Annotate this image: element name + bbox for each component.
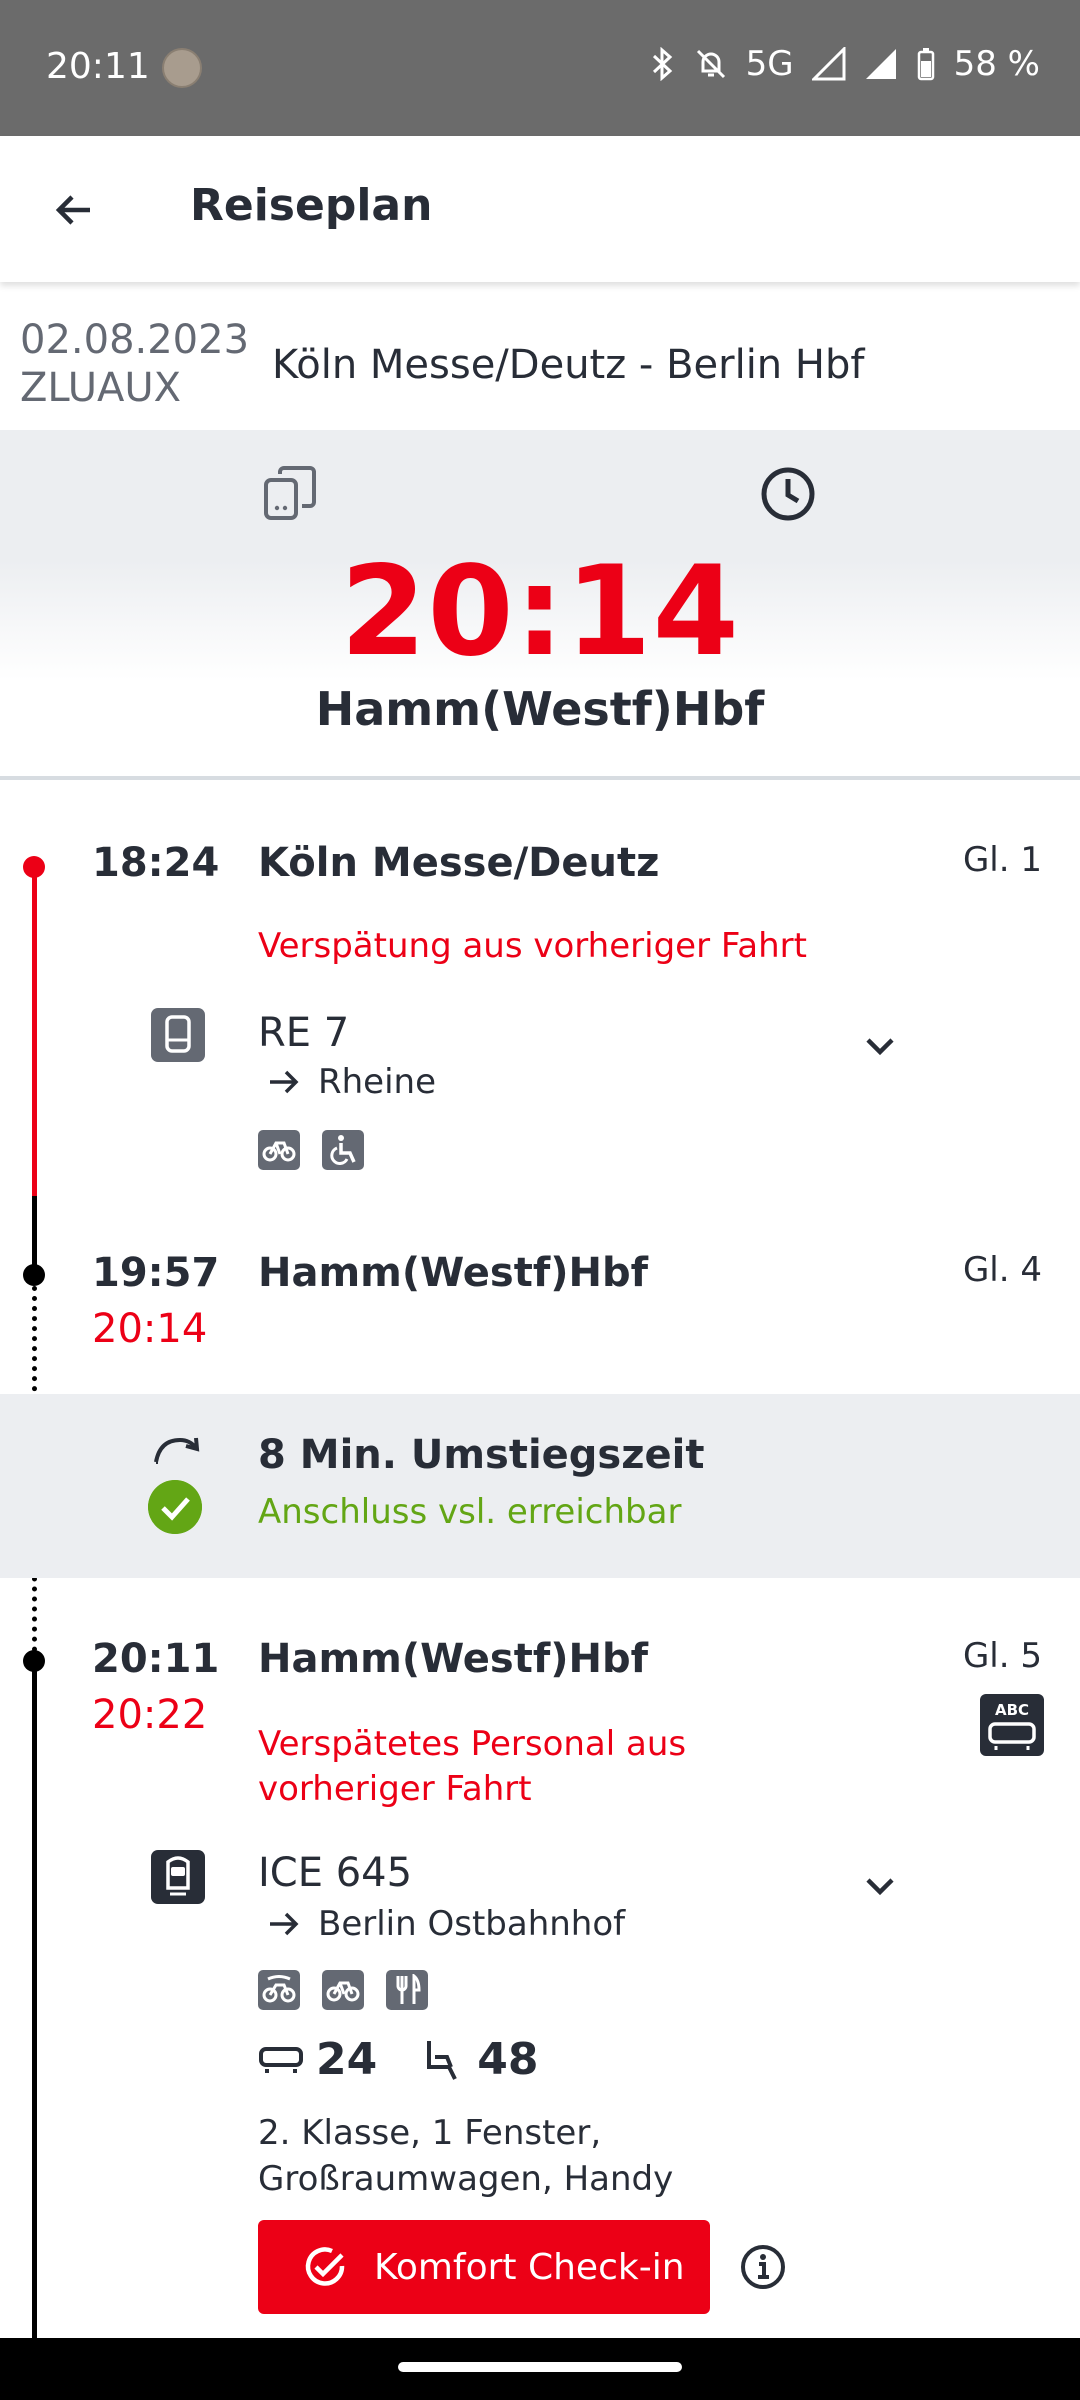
wagon-icon	[259, 2046, 303, 2073]
delay-notice-line: Verspätetes Personal aus	[258, 1724, 687, 1764]
network-label: 5G	[745, 44, 794, 84]
app-bar: Reiseplan	[0, 136, 1080, 282]
svg-text:ABC: ABC	[995, 1701, 1029, 1719]
timeline-segment-traveled	[32, 866, 37, 1196]
bluetooth-icon	[652, 47, 672, 81]
info-icon[interactable]	[740, 2244, 786, 2290]
delay-notice-line: vorheriger Fahrt	[258, 1769, 532, 1809]
arrow-right-icon	[270, 1070, 299, 1094]
departure-time: 20:11	[92, 1636, 220, 1682]
train-number[interactable]: RE 7	[258, 1010, 349, 1056]
seat-number: 48	[477, 2034, 539, 2085]
status-icons: 5G 58 %	[650, 44, 1040, 84]
track-label: Gl. 4	[962, 1250, 1042, 1290]
next-departure-station: Hamm(Westf)Hbf	[315, 682, 765, 736]
check-circle-outline-icon	[305, 2247, 345, 2286]
timeline-dot	[23, 856, 45, 878]
timeline-segment-upcoming	[32, 1662, 37, 2338]
departure-time: 19:57	[92, 1250, 220, 1296]
avatar	[162, 48, 202, 88]
arrow-back-icon[interactable]	[50, 186, 98, 234]
delay-notice: Verspätetes Personal aus vorheriger Fahr…	[258, 1722, 686, 1812]
departure-time: 18:24	[92, 840, 220, 886]
timeline-dot	[23, 1650, 45, 1672]
booking-code: ZLUAUX	[20, 365, 182, 411]
direction-label: Rheine	[318, 1062, 437, 1102]
next-departure-time: 20:14	[340, 540, 740, 684]
bicycle-reservation-icon	[258, 1970, 300, 2010]
trip-date-block: 02.08.2023 ZLUAUX	[20, 316, 249, 412]
track-label: Gl. 1	[962, 840, 1042, 880]
system-navigation-bar	[0, 2338, 1080, 2400]
wagon-sequence-icon[interactable]: ABC	[980, 1694, 1044, 1756]
regional-train-icon	[151, 1008, 205, 1062]
ice-train-icon	[151, 1850, 205, 1904]
seat-reservation: 24 48	[258, 2034, 538, 2085]
chevron-down-icon[interactable]	[860, 1866, 900, 1906]
bicycle-icon	[258, 1130, 300, 1170]
komfort-checkin-button[interactable]: Komfort Check-in	[258, 2220, 710, 2314]
delayed-time: 20:22	[92, 1692, 208, 1738]
amenity-icons	[258, 1970, 428, 2010]
timeline-segment-upcoming	[32, 1196, 37, 1274]
trip-route: Köln Messe/Deutz - Berlin Hbf	[272, 342, 865, 388]
next-departure-panel: 20:14 Hamm(Westf)Hbf	[0, 430, 1080, 780]
transfer-time: 8 Min. Umstiegszeit	[258, 1432, 705, 1478]
status-bar: 20:11 5G 58 %	[0, 0, 1080, 136]
transfer-arc-icon	[154, 1437, 200, 1464]
notifications-off-icon	[696, 49, 725, 79]
restaurant-icon	[386, 1970, 428, 2010]
station-name: Hamm(Westf)Hbf	[258, 1250, 649, 1296]
transfer-info: 8 Min. Umstiegszeit Anschluss vsl. errei…	[0, 1394, 1080, 1578]
train-number[interactable]: ICE 645	[258, 1850, 412, 1896]
wagon-number: 24	[316, 2034, 378, 2085]
track-label: Gl. 5	[962, 1636, 1042, 1676]
signal-icon	[865, 49, 896, 79]
chevron-down-icon[interactable]	[860, 1026, 900, 1066]
check-circle-icon	[148, 1480, 202, 1534]
checkin-label: Komfort Check-in	[374, 2246, 685, 2288]
delayed-time: 20:14	[92, 1306, 208, 1352]
delay-notice: Verspätung aus vorheriger Fahrt	[258, 926, 807, 966]
trip-header: 02.08.2023 ZLUAUX Köln Messe/Deutz - Ber…	[0, 290, 1080, 430]
page-title: Reiseplan	[190, 180, 433, 231]
train-direction: Berlin Ostbahnhof	[268, 1904, 625, 1944]
station-name: Hamm(Westf)Hbf	[258, 1636, 649, 1682]
timeline-dot	[23, 1264, 45, 1286]
seat-details-line: 2. Klasse, 1 Fenster,	[258, 2113, 602, 2153]
trip-date: 02.08.2023	[20, 317, 250, 363]
seat-details: 2. Klasse, 1 Fenster, Großraumwagen, Han…	[258, 2110, 673, 2202]
status-time: 20:11	[46, 46, 150, 87]
wheelchair-icon	[322, 1130, 364, 1170]
phone-device-icon[interactable]	[262, 464, 320, 522]
connection-status: Anschluss vsl. erreichbar	[258, 1492, 682, 1532]
signal-icon	[811, 47, 846, 81]
train-direction: Rheine	[268, 1062, 436, 1102]
battery-icon	[917, 48, 934, 81]
station-name: Köln Messe/Deutz	[258, 840, 660, 886]
clock-icon[interactable]	[760, 466, 816, 522]
amenity-icons	[258, 1130, 364, 1170]
home-gesture-handle[interactable]	[398, 2362, 682, 2372]
battery-level: 58 %	[953, 44, 1040, 84]
seat-details-line: Großraumwagen, Handy	[258, 2159, 674, 2199]
arrow-right-icon	[270, 1912, 299, 1936]
bicycle-icon	[322, 1970, 364, 2010]
direction-label: Berlin Ostbahnhof	[318, 1904, 626, 1944]
seat-icon	[427, 2040, 458, 2080]
